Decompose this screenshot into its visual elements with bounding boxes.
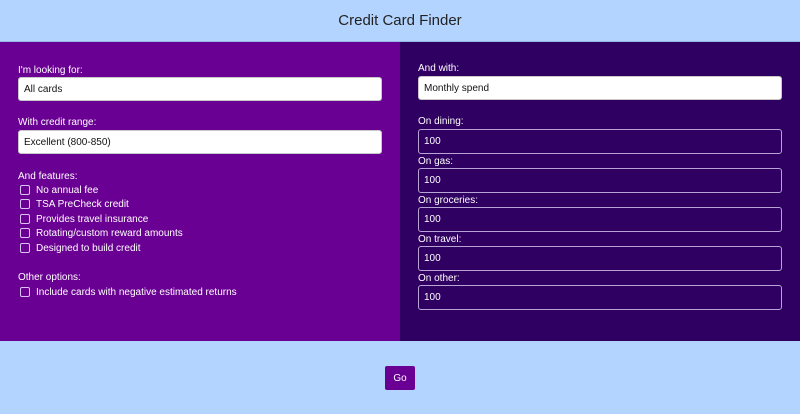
- feature-tsa-precheck[interactable]: TSA PreCheck credit: [20, 198, 129, 210]
- checkbox[interactable]: [20, 287, 30, 297]
- groceries-input[interactable]: 100: [418, 207, 782, 232]
- travel-label: On travel:: [418, 234, 462, 245]
- feature-label: No annual fee: [36, 184, 99, 196]
- footer: Go: [0, 341, 800, 414]
- page-header: Credit Card Finder: [0, 0, 800, 42]
- gas-input[interactable]: 100: [418, 168, 782, 193]
- feature-rotating-rewards[interactable]: Rotating/custom reward amounts: [20, 227, 183, 239]
- travel-input[interactable]: 100: [418, 246, 782, 271]
- other-label: On other:: [418, 273, 460, 284]
- and-with-select[interactable]: Monthly spend: [418, 76, 782, 100]
- option-negative-returns[interactable]: Include cards with negative estimated re…: [20, 286, 237, 298]
- form-panels: I'm looking for: All cards With credit r…: [0, 42, 800, 341]
- other-input[interactable]: 100: [418, 285, 782, 310]
- and-with-label: And with:: [418, 63, 460, 74]
- looking-for-label: I'm looking for:: [18, 65, 83, 76]
- page-title: Credit Card Finder: [338, 12, 462, 29]
- looking-for-select[interactable]: All cards: [18, 77, 382, 101]
- credit-range-label: With credit range:: [18, 117, 97, 128]
- feature-build-credit[interactable]: Designed to build credit: [20, 242, 141, 254]
- feature-label: TSA PreCheck credit: [36, 198, 129, 210]
- features-label: And features:: [18, 171, 78, 182]
- checkbox[interactable]: [20, 199, 30, 209]
- dining-input[interactable]: 100: [418, 129, 782, 154]
- go-button[interactable]: Go: [385, 366, 415, 390]
- groceries-label: On groceries:: [418, 195, 479, 206]
- other-options-label: Other options:: [18, 272, 81, 283]
- checkbox[interactable]: [20, 228, 30, 238]
- gas-label: On gas:: [418, 156, 454, 167]
- feature-label: Designed to build credit: [36, 242, 141, 254]
- option-label: Include cards with negative estimated re…: [36, 286, 237, 298]
- checkbox[interactable]: [20, 214, 30, 224]
- feature-no-annual-fee[interactable]: No annual fee: [20, 184, 98, 196]
- feature-label: Provides travel insurance: [36, 213, 149, 225]
- feature-label: Rotating/custom reward amounts: [36, 227, 183, 239]
- checkbox[interactable]: [20, 185, 30, 195]
- dining-label: On dining:: [418, 116, 464, 127]
- feature-travel-insurance[interactable]: Provides travel insurance: [20, 213, 148, 225]
- checkbox[interactable]: [20, 243, 30, 253]
- right-panel: And with: Monthly spend On dining: 100 O…: [400, 42, 800, 341]
- left-panel: I'm looking for: All cards With credit r…: [0, 42, 400, 341]
- credit-range-select[interactable]: Excellent (800-850): [18, 130, 382, 154]
